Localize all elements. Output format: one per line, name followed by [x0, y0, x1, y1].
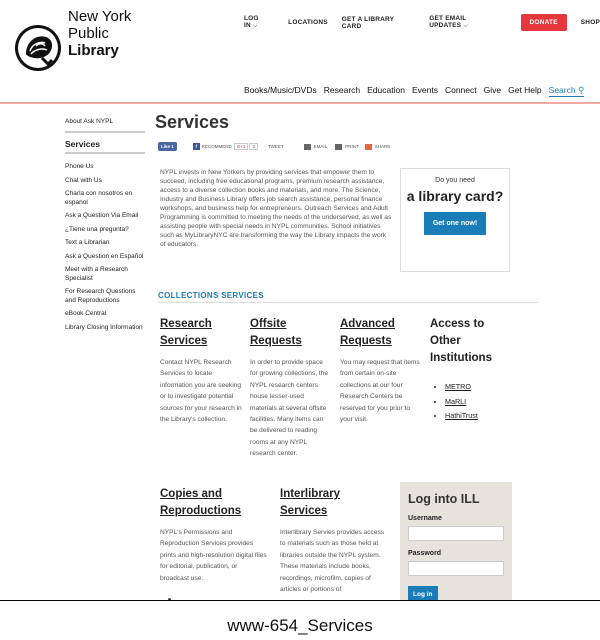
advanced-requests-text: You may request that items from certain … [340, 359, 420, 424]
sidebar: About Ask NYPL Services Phone Us Chat wi… [65, 118, 145, 337]
facebook-like-button[interactable]: Like 1 [158, 142, 177, 151]
shop-link[interactable]: SHOP [581, 19, 600, 26]
brand-line-3: Library [68, 42, 119, 59]
nav-search[interactable]: Search ⚲ [548, 85, 585, 97]
sidebar-item-phone-us[interactable]: Phone Us [65, 163, 145, 172]
sidebar-item-ebook-central[interactable]: eBook Central [65, 310, 145, 319]
nav-events[interactable]: Events [412, 85, 438, 97]
social-share-bar: Like 1 f RECOMMEND G+1 3 TWEET EMAIL PRI… [158, 142, 390, 151]
donate-button[interactable]: DONATE [520, 14, 567, 31]
share-link[interactable]: SHARE [375, 144, 391, 149]
chevron-down-icon: ⌵ [463, 23, 468, 29]
hathitrust-link[interactable]: HathiTrust [445, 411, 478, 420]
card-promo-lead: Do you need [435, 177, 475, 184]
list-item: HathiTrust [445, 409, 516, 424]
header-divider [0, 102, 600, 104]
other-institutions-heading: Access to Other Institutions [430, 318, 492, 364]
sidebar-item-text-librarian[interactable]: Text a Librarian [65, 239, 145, 248]
institution-list: METRO MaRLI HathiTrust [445, 380, 516, 424]
share-icon [364, 143, 372, 150]
intro-paragraph: NYPL invests in New Yorkers by providing… [160, 169, 392, 248]
nav-books-music-dvds[interactable]: Books/Music/DVDs [244, 85, 317, 97]
library-wordmark[interactable]: New York Public Library [68, 8, 131, 59]
nav-research[interactable]: Research [324, 85, 360, 97]
get-library-card-link[interactable]: GET A LIBRARY CARD [342, 16, 415, 30]
metro-link[interactable]: METRO [445, 382, 471, 391]
copies-reproductions-text: NYPL's Permissions and Reproduction Serv… [160, 529, 267, 582]
collections-services-heading: COLLECTIONS SERVICES [158, 291, 264, 300]
sidebar-item-email[interactable]: Ask a Question Via Email [65, 212, 145, 221]
google-plus-button[interactable]: G+1 [233, 143, 249, 150]
sidebar-item-about-ask-nypl[interactable]: About Ask NYPL [65, 118, 145, 133]
sidebar-item-reproductions[interactable]: For Research Questions and Reproductions [65, 288, 145, 305]
section-divider [158, 302, 538, 303]
research-services-card: Research Services Contact NYPL Research … [160, 316, 242, 425]
copies-reproductions-link[interactable]: Copies and Reproductions [160, 486, 268, 520]
browser-viewport: New York Public Library LOG IN ⌵ LOCATION… [0, 0, 600, 600]
username-input[interactable] [408, 526, 504, 541]
recommend-link[interactable]: RECOMMEND [202, 144, 232, 149]
email-updates-link[interactable]: GET EMAIL UPDATES ⌵ [429, 15, 506, 30]
search-label: Search [548, 85, 576, 95]
marli-link[interactable]: MaRLI [445, 397, 466, 406]
locations-link[interactable]: LOCATIONS [288, 19, 328, 26]
login-button[interactable]: Log in [408, 586, 438, 600]
other-institutions-card: Access to Other Institutions METRO MaRLI… [430, 316, 516, 424]
get-card-button[interactable]: Get one now! [423, 212, 487, 235]
card-promo-headline: a library card? [406, 188, 504, 204]
advanced-requests-card: Advanced Requests You may request that i… [340, 316, 422, 425]
brand-line-2: Public [68, 25, 109, 42]
offsite-requests-card: Offsite Requests In order to provide spa… [250, 316, 332, 460]
password-input[interactable] [408, 561, 504, 576]
username-label: Username [408, 515, 442, 522]
email-icon [303, 143, 311, 150]
email-updates-label: GET EMAIL UPDATES [429, 15, 467, 29]
nav-give[interactable]: Give [484, 85, 501, 97]
nav-education[interactable]: Education [367, 85, 405, 97]
research-services-text: Contact NYPL Research Services to locate… [160, 359, 242, 424]
email-share-link[interactable]: EMAIL [314, 144, 328, 149]
screenshot-caption: www-654_Services [227, 616, 373, 635]
print-icon [335, 143, 343, 150]
nav-get-help[interactable]: Get Help [508, 85, 542, 97]
sidebar-item-pregunta[interactable]: ¿Tiene una pregunta? [65, 226, 145, 235]
utility-nav: LOG IN ⌵ LOCATIONS GET A LIBRARY CARD GET… [244, 14, 600, 31]
search-icon: ⚲ [577, 85, 585, 95]
page-title: Services [155, 112, 230, 132]
research-services-link[interactable]: Research Services [160, 316, 242, 350]
sidebar-item-chat[interactable]: Chat with Us [65, 177, 145, 186]
interlibrary-services-text: Interlibrary Servies provides access to … [280, 529, 385, 594]
gplus-count: 3 [249, 143, 258, 150]
login-link[interactable]: LOG IN ⌵ [244, 15, 274, 30]
list-item: METRO [445, 380, 516, 395]
ill-login-panel: Log into ILL Username Password Log in [400, 482, 512, 600]
sidebar-item-question-espanol[interactable]: Ask a Question en Español [65, 253, 145, 262]
brand-line-1: New York [68, 8, 132, 25]
password-label: Password [408, 550, 442, 557]
screenshot-bottom-border [0, 600, 600, 601]
sidebar-item-chat-espanol[interactable]: Charla con nosotros en espanol [65, 190, 145, 207]
nav-connect[interactable]: Connect [445, 85, 477, 97]
offsite-requests-text: In order to provide space for growing co… [250, 359, 329, 458]
tweet-button[interactable]: TWEET [268, 144, 284, 149]
facebook-icon: f [192, 143, 200, 150]
advanced-requests-link[interactable]: Advanced Requests [340, 316, 422, 350]
sidebar-item-closing-info[interactable]: Library Closing Information [65, 324, 145, 333]
chevron-down-icon: ⌵ [252, 23, 258, 29]
sidebar-item-research-specialist[interactable]: Meet with a Research Specialist [65, 266, 145, 283]
ill-login-title: Log into ILL [408, 492, 480, 506]
offsite-requests-link[interactable]: Offsite Requests [250, 316, 332, 350]
library-card-promo: Do you need a library card? Get one now! [400, 168, 510, 272]
sidebar-item-services[interactable]: Services [65, 138, 145, 154]
copies-reproductions-card: Copies and Reproductions NYPL's Permissi… [160, 486, 268, 584]
interlibrary-services-link[interactable]: Interlibrary Services [280, 486, 390, 520]
print-link[interactable]: PRINT [345, 144, 359, 149]
main-nav: Books/Music/DVDs Research Education Even… [244, 85, 585, 97]
list-item: MaRLI [445, 395, 516, 410]
nypl-lion-logo-icon[interactable] [14, 24, 62, 72]
interlibrary-services-card: Interlibrary Services Interlibrary Servi… [280, 486, 390, 595]
